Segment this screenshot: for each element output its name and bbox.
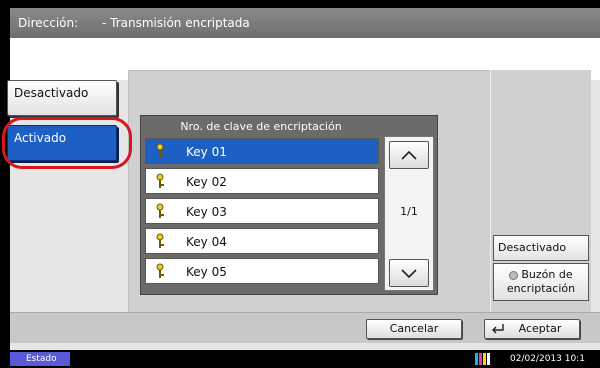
deactivated-button[interactable]: Desactivado [7,80,117,116]
accept-button[interactable]: Aceptar [484,319,580,339]
key-label: Key 05 [186,265,227,279]
key-icon [156,173,164,188]
key-row[interactable]: Key 03 [145,198,379,224]
radio-indicator [509,270,519,280]
list-scroller: 1/1 [384,136,434,291]
key-list: Nro. de clave de encriptación Key 01 Key… [140,115,438,295]
key-icon [156,203,164,218]
footer-bar: Cancelar Aceptar [10,312,600,343]
status-bar: Estado 02/02/2013 10:1 [0,350,600,368]
key-row[interactable]: Key 04 [145,228,379,254]
key-label: Key 03 [186,205,227,219]
highlight-ring [2,117,132,169]
key-list-header: Nro. de clave de encriptación [180,120,342,133]
datetime: 02/02/2013 10:1 [510,354,585,364]
accept-label: Aceptar [518,322,562,335]
key-row[interactable]: Key 01 [145,138,379,164]
key-label: Key 01 [186,145,227,159]
page-indicator: 1/1 [400,205,418,218]
key-icon [156,143,164,158]
chevron-down-icon [401,269,417,279]
destination-label: Dirección: [18,16,79,30]
key-icon [156,263,164,278]
key-row[interactable]: Key 05 [145,258,379,284]
toner-icon [475,353,490,365]
scroll-down-button[interactable] [389,259,429,287]
enter-icon [492,324,504,334]
encryption-box-button[interactable]: Buzón de encriptación [493,263,589,301]
encryption-box-line1: Buzón de [521,268,573,281]
key-row[interactable]: Key 02 [145,168,379,194]
title-bar: Dirección: - Transmisión encriptada [10,8,600,38]
key-label: Key 02 [186,175,227,189]
chevron-up-icon [401,150,417,160]
scroll-up-button[interactable] [389,141,429,169]
status-button[interactable]: Estado [10,352,70,366]
key-label: Key 04 [186,235,227,249]
encryption-box-line2: encriptación [506,282,576,295]
cancel-button[interactable]: Cancelar [366,319,462,339]
right-deactivated-button[interactable]: Desactivado [493,235,589,261]
key-icon [156,233,164,248]
destination-value: - Transmisión encriptada [102,16,250,30]
